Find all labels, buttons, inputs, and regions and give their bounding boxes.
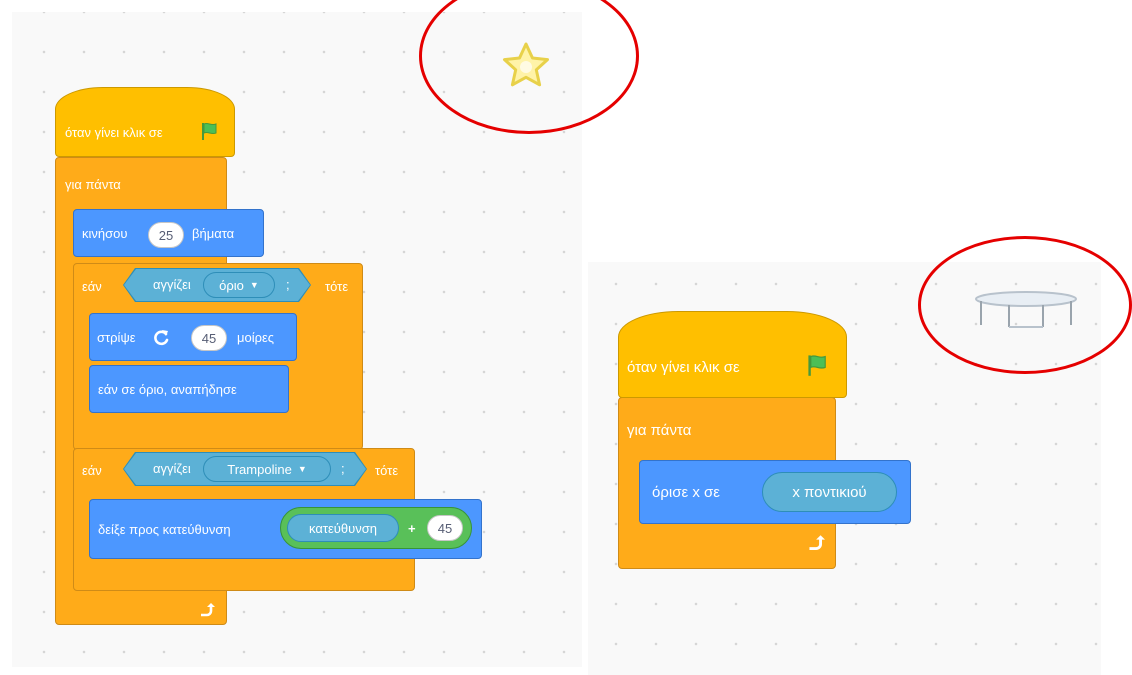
touching-target-value: όριο [219, 277, 244, 293]
if-label: εάν [82, 279, 102, 294]
question-mark-2: ; [341, 461, 345, 476]
hat-label: όταν γίνει κλικ σε [65, 125, 163, 140]
highlight-circle-trampoline [918, 236, 1132, 374]
touching-target-dropdown-2[interactable]: Trampoline ▼ [203, 456, 331, 482]
loop-arrow-icon [201, 603, 215, 617]
forever-label-2: για πάντα [627, 422, 692, 439]
bounce-label: εάν σε όριο, αναπήδησε [98, 382, 237, 397]
question-mark: ; [286, 277, 290, 292]
operator-label: + [408, 521, 416, 536]
move-label: κινήσου [82, 226, 128, 241]
green-flag-icon [202, 122, 217, 140]
direction-reporter[interactable]: κατεύθυνση [287, 514, 399, 542]
steps-input[interactable]: 25 [148, 222, 184, 248]
green-flag-icon [808, 355, 826, 376]
if-label-2: εάν [82, 463, 102, 478]
degrees-unit-label: μοίρες [237, 330, 275, 345]
dropdown-arrow-icon: ▼ [249, 280, 259, 290]
forever-label: για πάντα [65, 177, 121, 192]
set-x-label: όρισε x σε [652, 484, 720, 501]
degrees-input[interactable]: 45 [191, 325, 227, 351]
then-label: τότε [325, 279, 349, 294]
then-label-2: τότε [375, 463, 399, 478]
touching-label: αγγίζει [153, 277, 191, 292]
touching-target-dropdown[interactable]: όριο ▼ [203, 272, 275, 298]
loop-arrow-icon [809, 535, 825, 550]
touching-label-2: αγγίζει [153, 461, 191, 476]
hat-label-2: όταν γίνει κλικ σε [627, 359, 740, 376]
add-value-input[interactable]: 45 [427, 515, 463, 541]
turn-label: στρίψε [97, 330, 136, 345]
steps-unit-label: βήματα [192, 226, 235, 241]
rotate-clockwise-icon [154, 330, 169, 346]
mouse-x-reporter[interactable]: x ποντικιού [762, 472, 897, 512]
point-label: δείξε προς κατεύθυνση [98, 522, 231, 537]
touching-target-value-2: Trampoline [227, 461, 292, 477]
dropdown-arrow-icon: ▼ [297, 464, 307, 474]
